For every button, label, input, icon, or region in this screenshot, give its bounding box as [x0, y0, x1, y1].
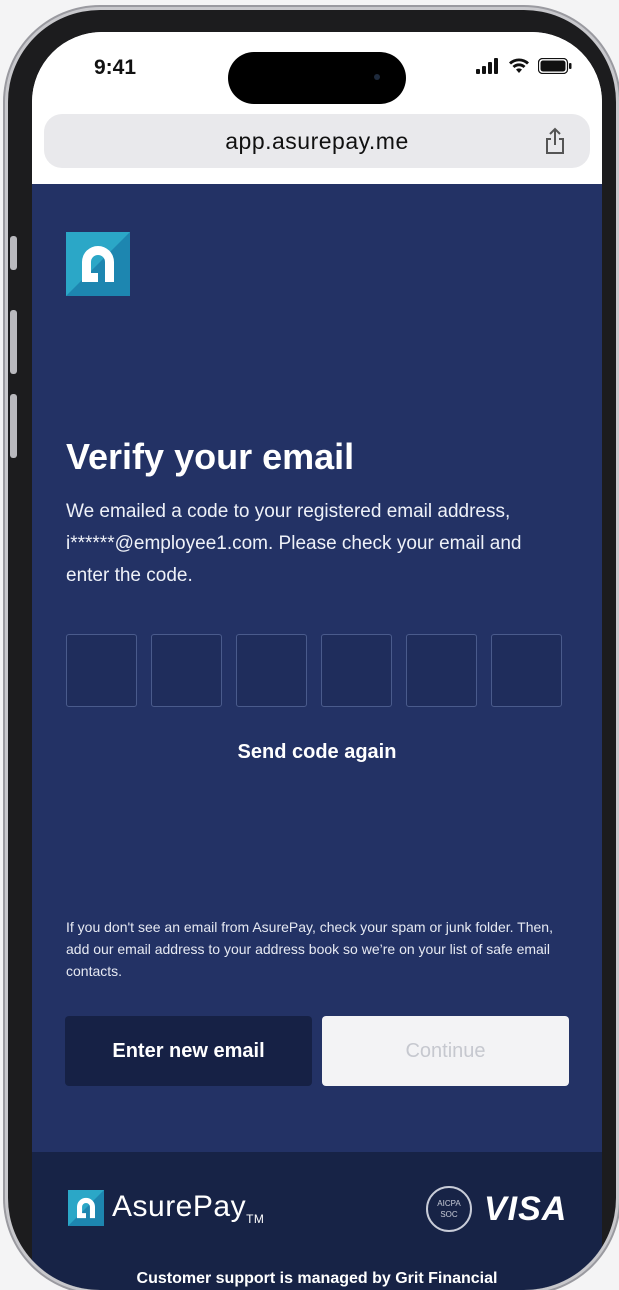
- aicpa-soc-badge: AICPA SOC: [426, 1186, 472, 1232]
- asurepay-logo-icon: [68, 1190, 104, 1226]
- support-text: Customer support is managed by Grit Fina…: [136, 1270, 498, 1287]
- continue-button[interactable]: Continue: [322, 1016, 569, 1086]
- url-bar[interactable]: app.asurepay.me: [44, 114, 590, 168]
- page-title: Verify your email: [66, 436, 355, 477]
- status-icons: [476, 58, 572, 74]
- status-time: 9:41: [94, 56, 137, 79]
- code-digit-2[interactable]: [151, 634, 222, 707]
- footer: AsurePayTM AICPA SOC VISA Customer suppo…: [32, 1152, 602, 1290]
- verify-page: Verify your email We emailed a code to y…: [32, 184, 602, 1152]
- cellular-signal-icon: [476, 58, 498, 74]
- status-bar: 9:41: [32, 32, 602, 108]
- code-digit-3[interactable]: [236, 634, 307, 707]
- phone-frame: 9:41 app.asurepay.me Verify your email W…: [8, 10, 616, 1290]
- footer-brand: AsurePayTM: [68, 1190, 264, 1226]
- enter-new-email-button[interactable]: Enter new email: [65, 1016, 312, 1086]
- send-code-again-link[interactable]: Send code again: [32, 740, 602, 765]
- volume-up-button: [10, 310, 17, 374]
- url-text: app.asurepay.me: [225, 128, 409, 154]
- code-digit-5[interactable]: [406, 634, 477, 707]
- spam-note: If you don't see an email from AsurePay,…: [66, 919, 553, 979]
- asurepay-logo-icon: [66, 232, 130, 296]
- screen: 9:41 app.asurepay.me Verify your email W…: [32, 32, 602, 1290]
- code-input-group: [66, 634, 562, 707]
- wifi-icon: [509, 58, 529, 73]
- action-button: [10, 236, 17, 270]
- code-digit-6[interactable]: [491, 634, 562, 707]
- code-digit-4[interactable]: [321, 634, 392, 707]
- volume-down-button: [10, 394, 17, 458]
- page-description: We emailed a code to your registered ema…: [66, 501, 522, 586]
- share-icon[interactable]: [544, 127, 566, 155]
- visa-logo: VISA: [484, 1190, 568, 1228]
- battery-icon: [538, 58, 572, 74]
- dynamic-island: [228, 52, 406, 104]
- code-digit-1[interactable]: [66, 634, 137, 707]
- brand-name: AsurePayTM: [112, 1190, 265, 1226]
